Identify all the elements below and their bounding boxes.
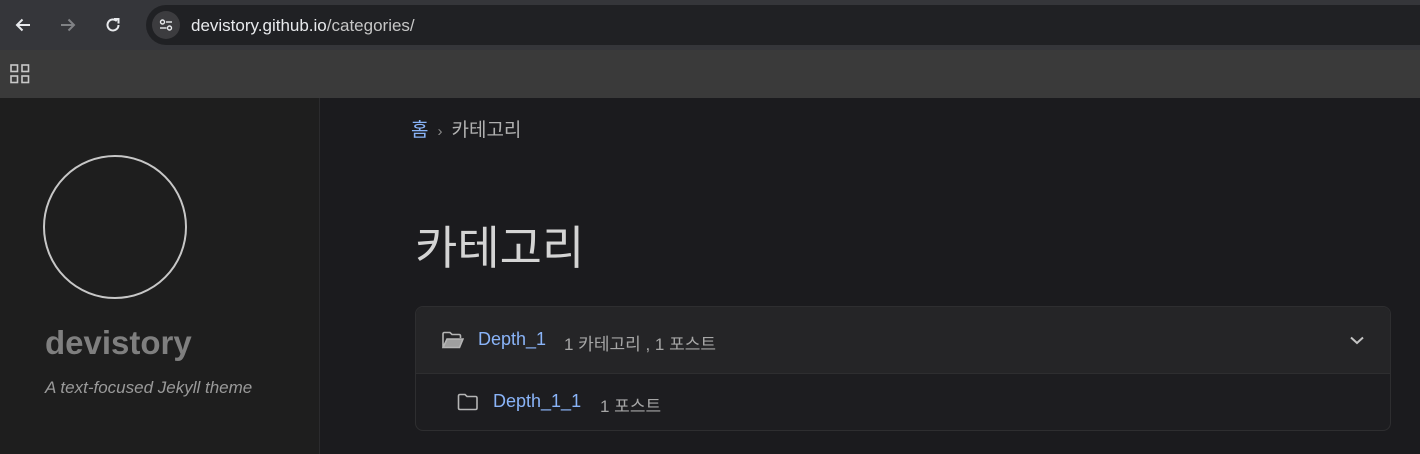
category-link[interactable]: Depth_1 (478, 329, 546, 350)
browser-toolbar: devistory.github.io/categories/ (0, 0, 1420, 50)
page-title: 카테고리 (415, 222, 585, 274)
site-info-button[interactable] (152, 11, 180, 39)
breadcrumb-separator: › (437, 123, 443, 140)
address-bar[interactable]: devistory.github.io/categories/ (146, 5, 1420, 45)
site-title[interactable]: devistory (45, 324, 192, 362)
subcategory-row: Depth_1_1 1 포스트 (416, 374, 1390, 430)
avatar[interactable] (43, 155, 187, 299)
url-text[interactable]: devistory.github.io/categories/ (191, 16, 415, 36)
sidebar: devistory A text-focused Jekyll theme (0, 98, 320, 454)
url-path: /categories/ (326, 16, 415, 35)
arrow-right-icon (61, 18, 76, 32)
reload-button[interactable] (99, 10, 127, 40)
category-card: Depth_1 1 카테고리 , 1 포스트 Depth_1_1 1 포스트 (415, 306, 1391, 431)
forward-button[interactable] (54, 10, 82, 40)
category-header: Depth_1 1 카테고리 , 1 포스트 (416, 307, 1390, 374)
arrow-left-icon (15, 18, 30, 32)
folder-open-icon (442, 331, 464, 349)
breadcrumb-current: 카테고리 (451, 120, 522, 141)
tune-icon (159, 19, 173, 31)
reload-icon (106, 18, 120, 32)
subcategory-meta: 1 포스트 (600, 397, 662, 416)
subcategory-link[interactable]: Depth_1_1 (493, 391, 581, 412)
bookmarks-bar (0, 50, 1420, 98)
url-host: devistory.github.io (191, 16, 327, 35)
category-meta: 1 카테고리 , 1 포스트 (564, 335, 717, 354)
breadcrumb: 홈 › 카테고리 (411, 115, 521, 142)
back-button[interactable] (9, 10, 37, 40)
apps-grid-icon[interactable] (8, 62, 32, 86)
site-subtitle: A text-focused Jekyll theme (45, 378, 253, 397)
chevron-down-icon[interactable] (1348, 331, 1366, 349)
breadcrumb-home-link[interactable]: 홈 (411, 120, 428, 141)
folder-icon (457, 393, 478, 411)
